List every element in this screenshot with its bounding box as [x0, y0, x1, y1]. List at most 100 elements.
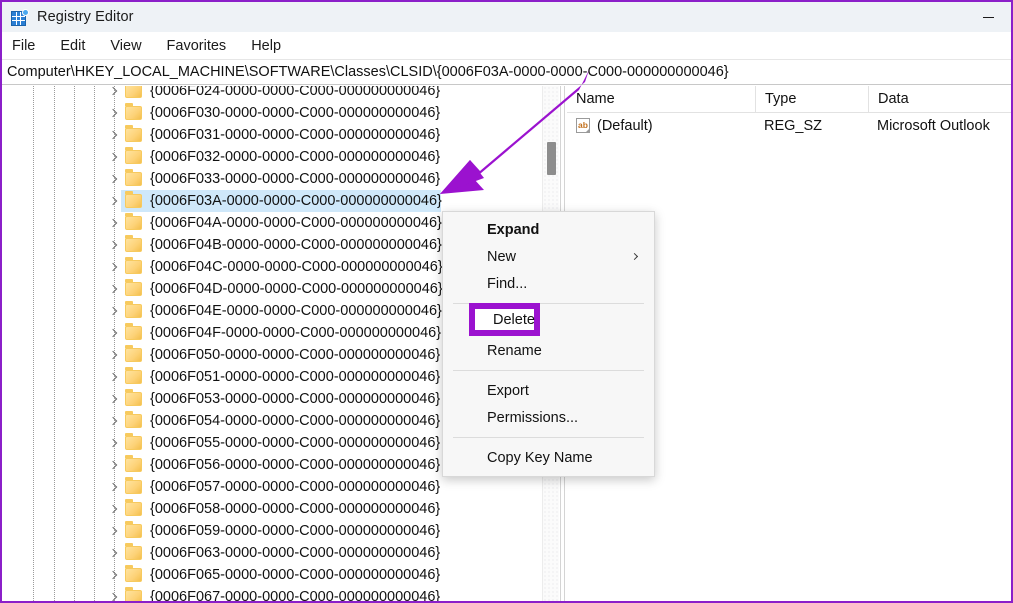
chevron-right-icon[interactable]: [106, 256, 122, 278]
tree-row-label: {0006F04D-0000-0000-C000-000000000046}: [150, 281, 443, 297]
context-menu-item-new-label: New: [487, 248, 517, 265]
folder-icon: [125, 191, 142, 208]
chevron-right-icon[interactable]: [106, 476, 122, 498]
chevron-right-icon[interactable]: [106, 520, 122, 542]
tree-row-label: {0006F04E-0000-0000-C000-000000000046}: [150, 303, 442, 319]
chevron-right-icon[interactable]: [106, 234, 122, 256]
chevron-right-icon[interactable]: [106, 168, 122, 190]
folder-icon: [125, 499, 142, 516]
tree-row-label: {0006F04B-0000-0000-C000-000000000046}: [150, 237, 442, 253]
chevron-right-icon: [630, 252, 639, 260]
delete-highlight-annotation: Delete: [469, 303, 540, 336]
folder-icon: [125, 587, 142, 601]
menu-item-file[interactable]: File: [10, 35, 37, 57]
tree-row-label: {0006F04C-0000-0000-C000-000000000046}: [150, 259, 443, 275]
chevron-right-icon[interactable]: [106, 300, 122, 322]
context-menu-item-permissions[interactable]: Permissions...: [443, 404, 654, 431]
chevron-right-icon[interactable]: [106, 146, 122, 168]
tree-row-label: {0006F030-0000-0000-C000-000000000046}: [150, 105, 441, 121]
chevron-right-icon[interactable]: [106, 432, 122, 454]
tree-row[interactable]: {0006F031-0000-0000-C000-000000000046}: [2, 124, 542, 146]
folder-icon: [125, 86, 142, 98]
tree-row-label: {0006F053-0000-0000-C000-000000000046}: [150, 391, 441, 407]
tree-row-label: {0006F050-0000-0000-C000-000000000046}: [150, 347, 441, 363]
context-menu-item-copy-key-name[interactable]: Copy Key Name: [443, 444, 654, 471]
context-menu-item-expand[interactable]: Expand: [443, 216, 654, 243]
tree-row[interactable]: {0006F024-0000-0000-C000-000000000046}: [2, 86, 542, 102]
tree-row-label: {0006F056-0000-0000-C000-000000000046}: [150, 457, 441, 473]
folder-icon: [125, 389, 142, 406]
chevron-right-icon[interactable]: [106, 190, 122, 212]
menu-item-favorites[interactable]: Favorites: [165, 35, 229, 57]
folder-icon: [125, 521, 142, 538]
scrollbar-thumb[interactable]: [547, 142, 556, 175]
folder-icon: [125, 455, 142, 472]
chevron-right-icon[interactable]: [106, 388, 122, 410]
values-column-header: Name Type Data: [567, 85, 1011, 113]
delete-highlight-label: Delete: [493, 311, 535, 328]
chevron-right-icon[interactable]: [106, 102, 122, 124]
folder-icon: [125, 279, 142, 296]
chevron-right-icon[interactable]: [106, 366, 122, 388]
chevron-right-icon[interactable]: [106, 124, 122, 146]
folder-icon: [125, 235, 142, 252]
title-bar: Registry Editor: [2, 2, 1011, 32]
menu-item-edit[interactable]: Edit: [58, 35, 87, 57]
column-header-type[interactable]: Type: [755, 85, 868, 113]
tree-row[interactable]: {0006F057-0000-0000-C000-000000000046}: [2, 476, 542, 498]
menu-item-view[interactable]: View: [108, 35, 143, 57]
minimize-button[interactable]: [965, 2, 1011, 32]
tree-row[interactable]: {0006F033-0000-0000-C000-000000000046}: [2, 168, 542, 190]
chevron-right-icon[interactable]: [106, 344, 122, 366]
tree-row-label: {0006F04F-0000-0000-C000-000000000046}: [150, 325, 442, 341]
tree-row[interactable]: {0006F059-0000-0000-C000-000000000046}: [2, 520, 542, 542]
folder-icon: [125, 147, 142, 164]
chevron-right-icon[interactable]: [106, 542, 122, 564]
tree-row[interactable]: {0006F058-0000-0000-C000-000000000046}: [2, 498, 542, 520]
tree-row-label: {0006F024-0000-0000-C000-000000000046}: [150, 86, 441, 99]
registry-path: Computer\HKEY_LOCAL_MACHINE\SOFTWARE\Cla…: [7, 64, 729, 80]
tree-row-label: {0006F031-0000-0000-C000-000000000046}: [150, 127, 441, 143]
tree-row[interactable]: {0006F032-0000-0000-C000-000000000046}: [2, 146, 542, 168]
tree-row[interactable]: {0006F067-0000-0000-C000-000000000046}: [2, 586, 542, 601]
registry-editor-icon: [11, 8, 29, 26]
tree-row-label: {0006F054-0000-0000-C000-000000000046}: [150, 413, 441, 429]
folder-icon: [125, 103, 142, 120]
value-name-text: (Default): [597, 117, 653, 134]
menu-bar: File Edit View Favorites Help: [2, 32, 1011, 60]
folder-icon: [125, 257, 142, 274]
chevron-right-icon[interactable]: [106, 564, 122, 586]
column-header-data[interactable]: Data: [868, 85, 1011, 113]
chevron-right-icon[interactable]: [106, 410, 122, 432]
minimize-icon: [982, 16, 994, 18]
tree-row-selected[interactable]: {0006F03A-0000-0000-C000-000000000046}: [2, 190, 542, 212]
tree-row[interactable]: {0006F063-0000-0000-C000-000000000046}: [2, 542, 542, 564]
chevron-right-icon[interactable]: [106, 586, 122, 601]
chevron-right-icon[interactable]: [106, 212, 122, 234]
chevron-right-icon[interactable]: [106, 86, 122, 102]
context-menu-item-new[interactable]: New: [443, 243, 654, 270]
table-row[interactable]: ab (Default) REG_SZ Microsoft Outlook: [567, 113, 1011, 138]
chevron-right-icon[interactable]: [106, 498, 122, 520]
context-menu-item-rename[interactable]: Rename: [443, 337, 654, 364]
folder-icon: [125, 543, 142, 560]
tree-row[interactable]: {0006F065-0000-0000-C000-000000000046}: [2, 564, 542, 586]
context-menu: Expand New Find... Delete Rename Export …: [442, 211, 655, 477]
folder-icon: [125, 169, 142, 186]
menu-item-help[interactable]: Help: [249, 35, 283, 57]
chevron-right-icon[interactable]: [106, 278, 122, 300]
address-bar[interactable]: Computer\HKEY_LOCAL_MACHINE\SOFTWARE\Cla…: [2, 60, 1011, 85]
tree-row-label: {0006F059-0000-0000-C000-000000000046}: [150, 523, 441, 539]
tree-row-label: {0006F04A-0000-0000-C000-000000000046}: [150, 215, 442, 231]
tree-row-label: {0006F055-0000-0000-C000-000000000046}: [150, 435, 441, 451]
window-title: Registry Editor: [37, 9, 134, 25]
tree-row-label: {0006F058-0000-0000-C000-000000000046}: [150, 501, 441, 517]
tree-row-label: {0006F032-0000-0000-C000-000000000046}: [150, 149, 441, 165]
tree-row[interactable]: {0006F030-0000-0000-C000-000000000046}: [2, 102, 542, 124]
folder-icon: [125, 213, 142, 230]
context-menu-item-find[interactable]: Find...: [443, 270, 654, 297]
chevron-right-icon[interactable]: [106, 322, 122, 344]
chevron-right-icon[interactable]: [106, 454, 122, 476]
column-header-name[interactable]: Name: [567, 86, 755, 113]
context-menu-item-export[interactable]: Export: [443, 377, 654, 404]
